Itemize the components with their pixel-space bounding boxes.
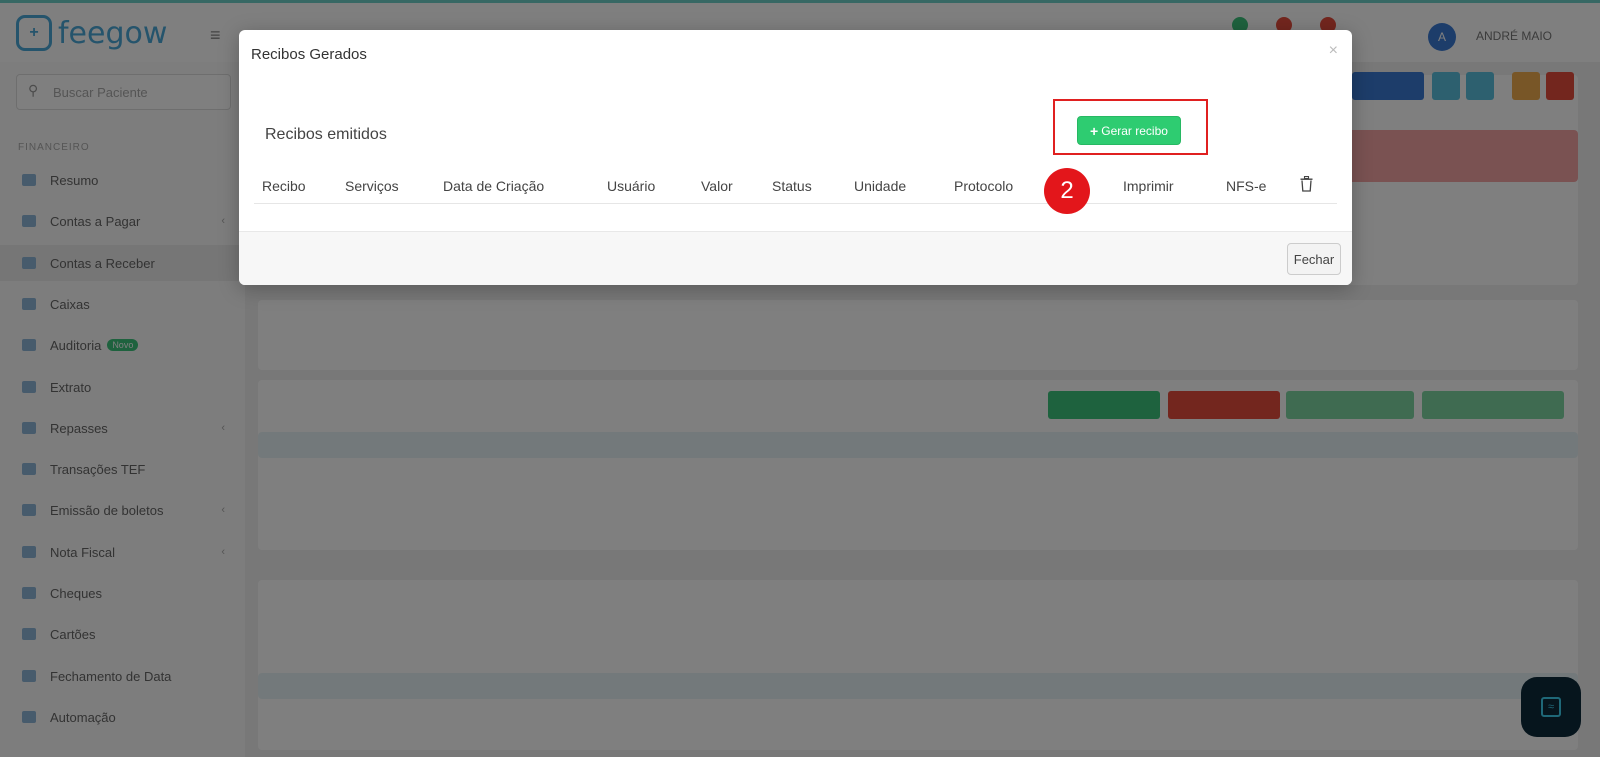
column-header-servicos[interactable]: Serviços — [345, 178, 399, 194]
column-header-usuario[interactable]: Usuário — [607, 178, 655, 194]
modal-title: Recibos Gerados — [251, 46, 367, 63]
gerar-recibo-button[interactable]: + Gerar recibo — [1077, 116, 1181, 145]
plus-icon: + — [1090, 122, 1099, 139]
column-header-status[interactable]: Status — [772, 178, 812, 194]
column-header-recibo[interactable]: Recibo — [262, 178, 306, 194]
column-header-valor[interactable]: Valor — [701, 178, 733, 194]
column-header-nfse[interactable]: NFS-e — [1226, 178, 1266, 194]
column-header-data-criacao[interactable]: Data de Criação — [443, 178, 544, 194]
section-title: Recibos emitidos — [265, 126, 387, 143]
trash-icon[interactable] — [1300, 175, 1313, 197]
fechar-button[interactable]: Fechar — [1287, 243, 1341, 275]
step-number-badge: 2 — [1044, 168, 1090, 214]
close-icon[interactable]: × — [1329, 42, 1338, 60]
receipts-table-header: Recibo Serviços Data de Criação Usuário … — [254, 170, 1337, 204]
recibos-gerados-modal: Recibos Gerados × Recibos emitidos + Ger… — [239, 30, 1352, 285]
column-header-imprimir[interactable]: Imprimir — [1123, 178, 1174, 194]
column-header-protocolo[interactable]: Protocolo — [954, 178, 1013, 194]
gerar-recibo-label: Gerar recibo — [1101, 123, 1168, 138]
modal-footer: Fechar — [239, 231, 1352, 285]
column-header-unidade[interactable]: Unidade — [854, 178, 906, 194]
